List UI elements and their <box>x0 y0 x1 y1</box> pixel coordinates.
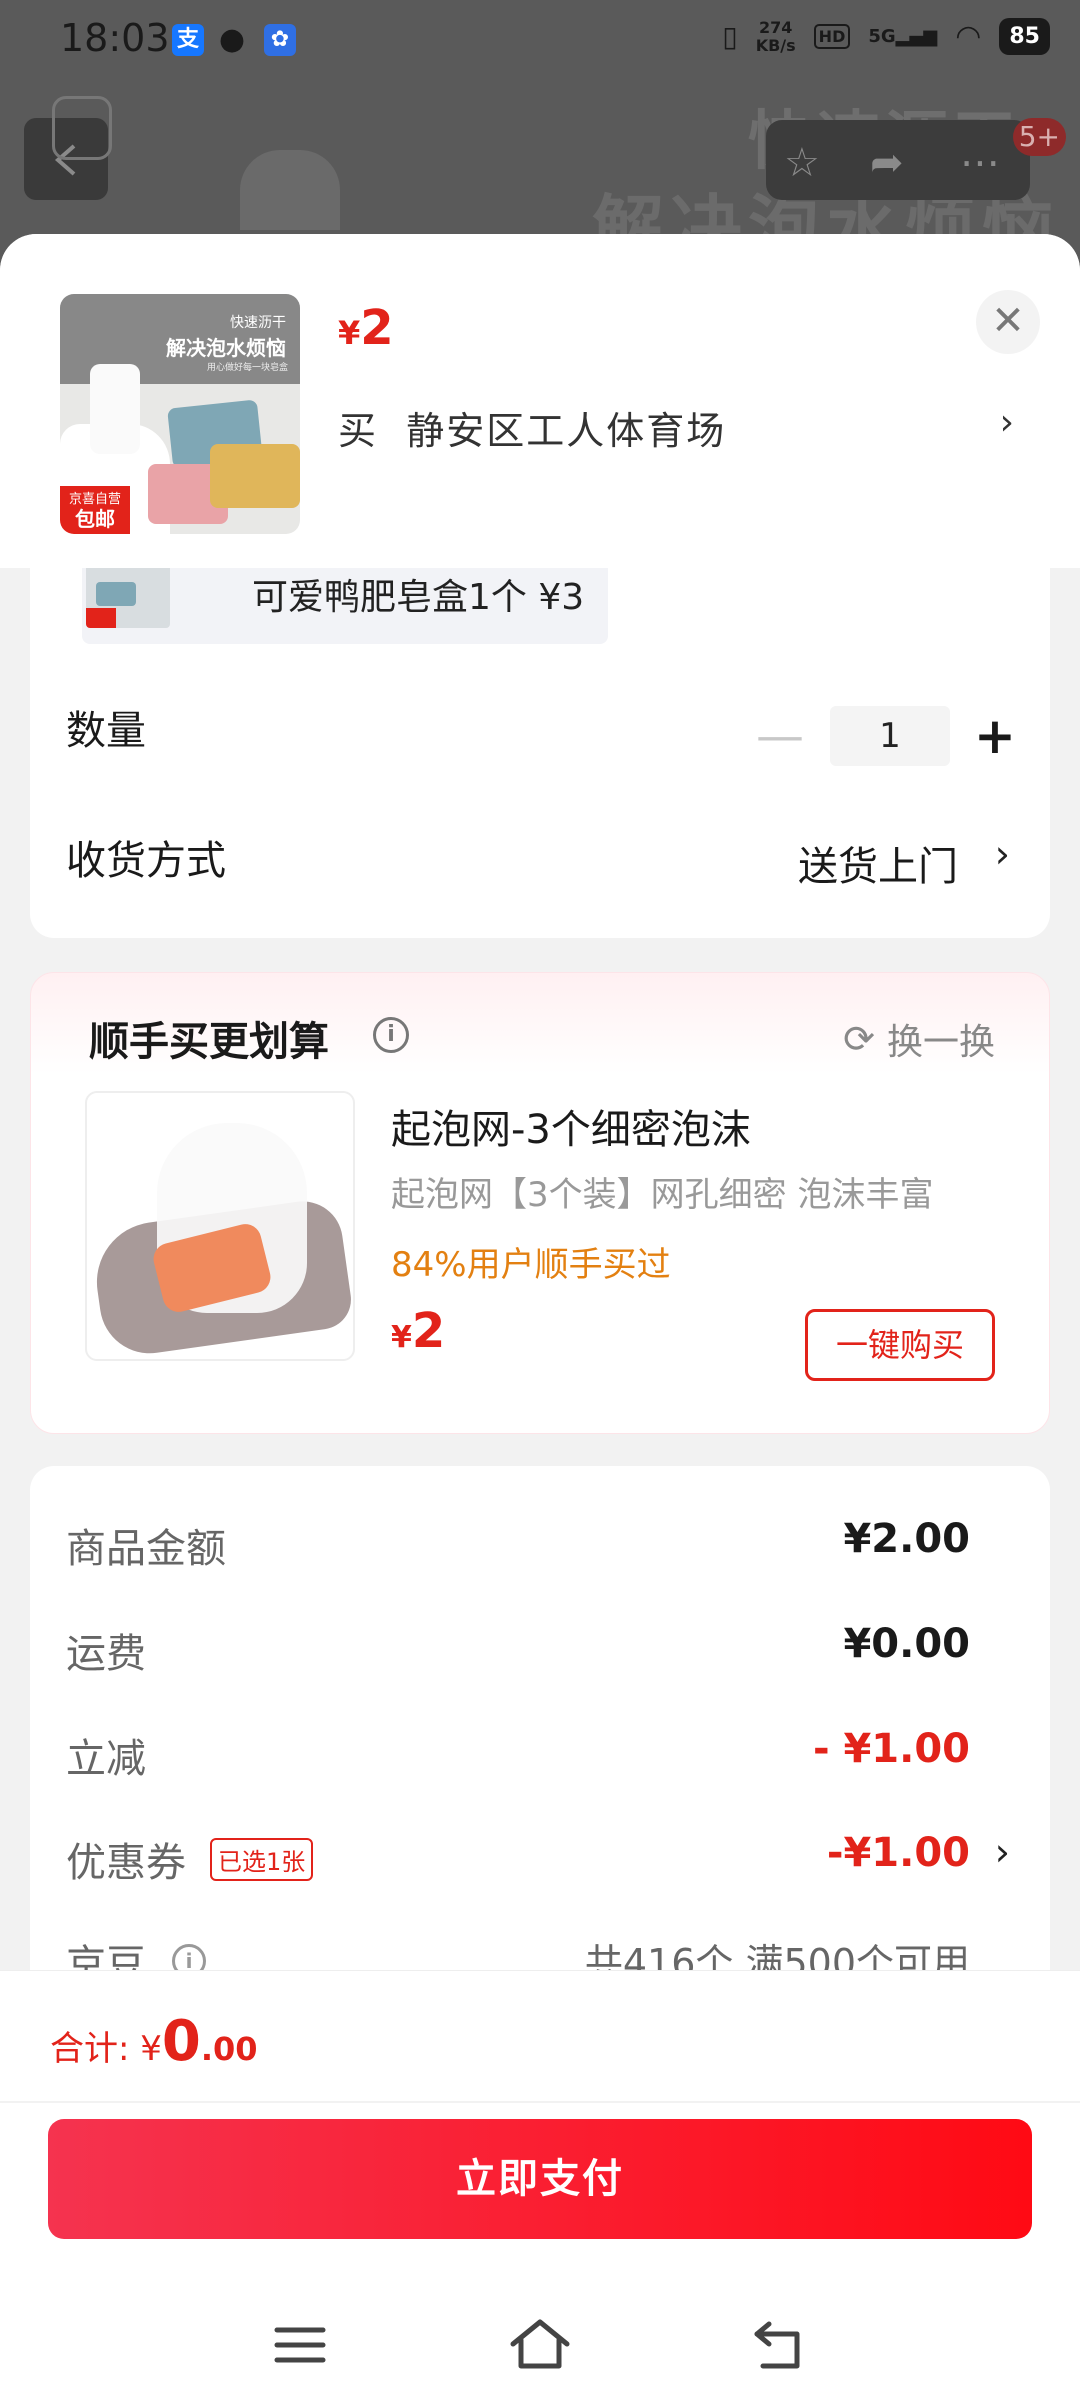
cost-row-coupon[interactable]: 优惠券 已选1张 -¥1.00 › <box>30 1820 1050 1890</box>
close-icon[interactable]: ✕ <box>976 290 1040 354</box>
sku-option-selected[interactable]: 可爱鸭肥皂盒1个 ¥3 <box>82 558 608 644</box>
sku-option-label: 可爱鸭肥皂盒1个 ¥3 <box>252 577 585 618</box>
thumb-note-text: 用心做好每一块皂盒 <box>206 363 288 373</box>
top-action-group: ☆ ➦ ⋯ <box>766 120 1030 200</box>
swap-button[interactable]: ⟳ 换一换 <box>843 1013 995 1065</box>
instant-discount-value: - ¥1.00 <box>812 1726 970 1772</box>
system-navigation-bar <box>0 2290 1080 2400</box>
background-product-image <box>240 150 340 230</box>
sku-price: ¥2 <box>338 300 394 356</box>
order-options-card: 可爱鸭肥皂盒1个 ¥3 数量 — 1 + 收货方式 送货上门 › <box>30 558 1050 938</box>
coupon-selected-tag: 已选1张 <box>210 1838 314 1881</box>
list-icon[interactable] <box>52 96 112 160</box>
shipping-value: ¥0.00 <box>843 1621 970 1667</box>
cost-row-shipping: 运费 ¥0.00 <box>30 1611 1050 1681</box>
recommended-product-desc: 起泡网【3个装】网孔细密 泡沫丰富 <box>391 1175 934 1215</box>
delivery-method-label: 收货方式 <box>66 838 226 884</box>
address-prefix: 买 <box>338 409 379 453</box>
sku-header: 快速沥干 解决泡水烦恼 用心做好每一块皂盒 京喜自营 包邮 ¥2 买 静安区工人… <box>0 234 1080 568</box>
divider <box>0 2101 1080 2103</box>
thumb-soap-box-yellow <box>210 444 300 508</box>
home-icon[interactable] <box>505 2310 575 2380</box>
goods-amount-value: ¥2.00 <box>843 1516 970 1562</box>
recommended-product-price: ¥2 <box>391 1303 445 1359</box>
add-on-recommendation-card: 顺手买更划算 i ⟳ 换一换 起泡网-3个细密泡沫 起泡网【3个装】网孔细密 泡… <box>30 972 1050 1434</box>
product-thumbnail[interactable]: 快速沥干 解决泡水烦恼 用心做好每一块皂盒 京喜自营 包邮 <box>60 294 300 534</box>
instant-discount-label: 立减 <box>66 1736 146 1782</box>
signal-label: 5G <box>868 26 896 47</box>
sku-price-currency: ¥ <box>338 314 361 352</box>
recommended-price-currency: ¥ <box>391 1320 412 1355</box>
recommendation-title: 顺手买更划算 <box>89 1019 329 1065</box>
sku-price-value: 2 <box>360 300 394 356</box>
pay-now-button[interactable]: 立即支付 <box>48 2119 1032 2239</box>
thumb-badge-bottom: 包邮 <box>75 507 115 531</box>
goods-amount-label: 商品金额 <box>66 1526 226 1572</box>
coupon-chevron-right-icon[interactable]: › <box>995 1830 1010 1874</box>
quantity-increase-button[interactable]: + <box>970 707 1020 765</box>
shipping-label: 运费 <box>66 1631 146 1677</box>
refresh-icon: ⟳ <box>843 1017 875 1061</box>
cart-count-badge: 5+ <box>1012 118 1066 156</box>
swap-label: 换一换 <box>886 1022 995 1063</box>
total-label: 合计: ¥ <box>50 2029 162 2069</box>
menu-icon[interactable] <box>265 2310 335 2380</box>
favorite-star-icon[interactable]: ☆ <box>784 140 820 186</box>
recommended-product-stat: 84%用户顺手买过 <box>391 1245 671 1285</box>
coupon-value: -¥1.00 <box>826 1830 970 1876</box>
thumb-bottle <box>90 364 140 454</box>
quantity-stepper: — 1 + <box>750 706 1020 766</box>
back-nav-icon[interactable] <box>745 2310 815 2380</box>
network-speed-unit: KB/s <box>755 35 796 55</box>
recommended-product-name[interactable]: 起泡网-3个细密泡沫 <box>391 1097 751 1155</box>
wifi-icon: ◠ <box>955 19 982 54</box>
quantity-decrease-button[interactable]: — <box>750 708 810 764</box>
signal-5g-icon: 5G▂▄▆ <box>868 26 938 47</box>
delivery-method-value[interactable]: 送货上门 <box>798 834 958 892</box>
status-bar: 18:03 支 ● ✿ ▯ 274 KB/s HD 5G▂▄▆ ◠ 85 <box>0 0 1080 84</box>
address-chevron-right-icon[interactable]: › <box>1000 402 1014 443</box>
chat-bubble-icon: ● <box>218 22 246 57</box>
network-speed-value: 274 <box>758 17 793 37</box>
recommended-price-value: 2 <box>411 1303 446 1359</box>
share-icon[interactable]: ➦ <box>870 140 904 186</box>
battery-indicator: 85 <box>999 18 1050 55</box>
cost-row-discount: 立减 - ¥1.00 <box>30 1716 1050 1786</box>
hd-indicator: HD <box>813 24 851 49</box>
total-integer: 0 <box>161 2009 201 2074</box>
network-speed: 274 KB/s <box>755 17 796 55</box>
alipay-icon: 支 <box>172 24 204 56</box>
thumb-title-text: 解决泡水烦恼 <box>166 336 286 360</box>
coupon-label: 优惠券 <box>66 1840 186 1886</box>
quantity-input[interactable]: 1 <box>830 706 950 766</box>
more-icon[interactable]: ⋯ <box>960 140 1000 186</box>
info-icon[interactable]: i <box>373 1017 409 1053</box>
status-right-group: ▯ 274 KB/s HD 5G▂▄▆ ◠ 85 <box>722 18 1050 55</box>
delivery-chevron-right-icon[interactable]: › <box>995 832 1010 876</box>
delivery-address[interactable]: 买 静安区工人体育场 <box>338 400 726 455</box>
thumb-small-text: 快速沥干 <box>230 315 286 331</box>
vibrate-icon: ▯ <box>722 20 738 53</box>
recommended-product-image[interactable] <box>85 1091 355 1361</box>
total-amount: 合计: ¥0.00 <box>50 2009 258 2074</box>
thumb-badge: 京喜自营 包邮 <box>60 486 130 534</box>
thumb-badge-top: 京喜自营 <box>68 492 121 507</box>
status-time: 18:03 <box>60 16 170 60</box>
sku-option-thumbnail <box>86 562 170 628</box>
cost-row-goods: 商品金额 ¥2.00 <box>30 1506 1050 1576</box>
baidu-icon: ✿ <box>264 24 296 56</box>
total-decimal: .00 <box>200 2030 258 2068</box>
one-click-buy-button[interactable]: 一键购买 <box>805 1309 995 1381</box>
address-text: 静安区工人体育场 <box>406 409 727 453</box>
quantity-label: 数量 <box>66 708 146 754</box>
